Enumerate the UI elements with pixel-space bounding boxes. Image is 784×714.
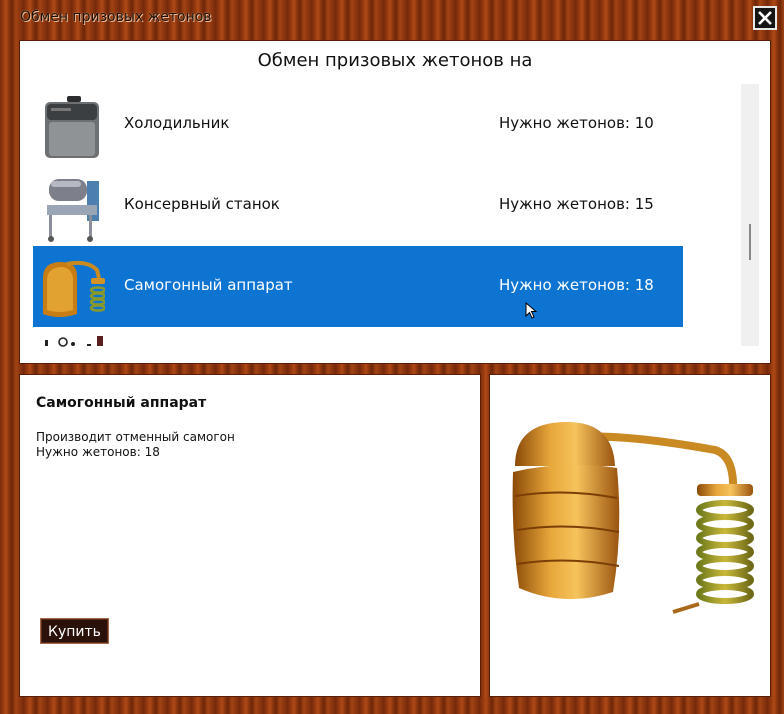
item-name: Холодильник	[124, 114, 230, 132]
next-item-partial-icon	[45, 336, 103, 347]
fridge-icon	[45, 96, 99, 158]
detail-panel: Самогонный аппарат Производит отменный с…	[19, 374, 481, 697]
mouse-cursor-icon	[525, 302, 538, 319]
window-title: Обмен призовых жетонов	[20, 9, 212, 25]
item-cost: Нужно жетонов: 10	[499, 114, 654, 132]
item-cost: Нужно жетонов: 15	[499, 195, 654, 213]
detail-title: Самогонный аппарат	[36, 395, 207, 411]
close-icon	[758, 11, 772, 25]
canning-machine-icon	[47, 179, 99, 242]
buy-button[interactable]: Купить	[40, 618, 109, 644]
list-item-fridge[interactable]: Холодильник Нужно жетонов: 10	[33, 84, 683, 165]
list-item-moonshine-still[interactable]: Самогонный аппарат Нужно жетонов: 18	[33, 246, 683, 327]
moonshine-still-icon	[43, 260, 105, 317]
item-cost: Нужно жетонов: 18	[499, 276, 654, 294]
moonshine-still-icon	[512, 422, 754, 614]
detail-description: Производит отменный самогон	[36, 430, 235, 444]
reward-list: Холодильник Нужно жетонов: 10 Консервный…	[33, 84, 683, 346]
reward-list-panel: Обмен призовых жетонов на Холодильник Ну…	[19, 40, 771, 364]
preview-panel	[489, 374, 771, 697]
close-button[interactable]	[753, 6, 777, 30]
detail-cost: Нужно жетонов: 18	[36, 445, 160, 459]
list-heading: Обмен призовых жетонов на	[257, 50, 533, 71]
item-name: Самогонный аппарат	[124, 276, 293, 294]
title-bar: Обмен призовых жетонов	[0, 0, 784, 38]
scrollbar-thumb[interactable]	[749, 224, 751, 260]
item-name: Консервный станок	[124, 195, 280, 213]
list-item-canning-machine[interactable]: Консервный станок Нужно жетонов: 15	[33, 165, 683, 246]
list-scrollbar[interactable]	[741, 84, 759, 346]
